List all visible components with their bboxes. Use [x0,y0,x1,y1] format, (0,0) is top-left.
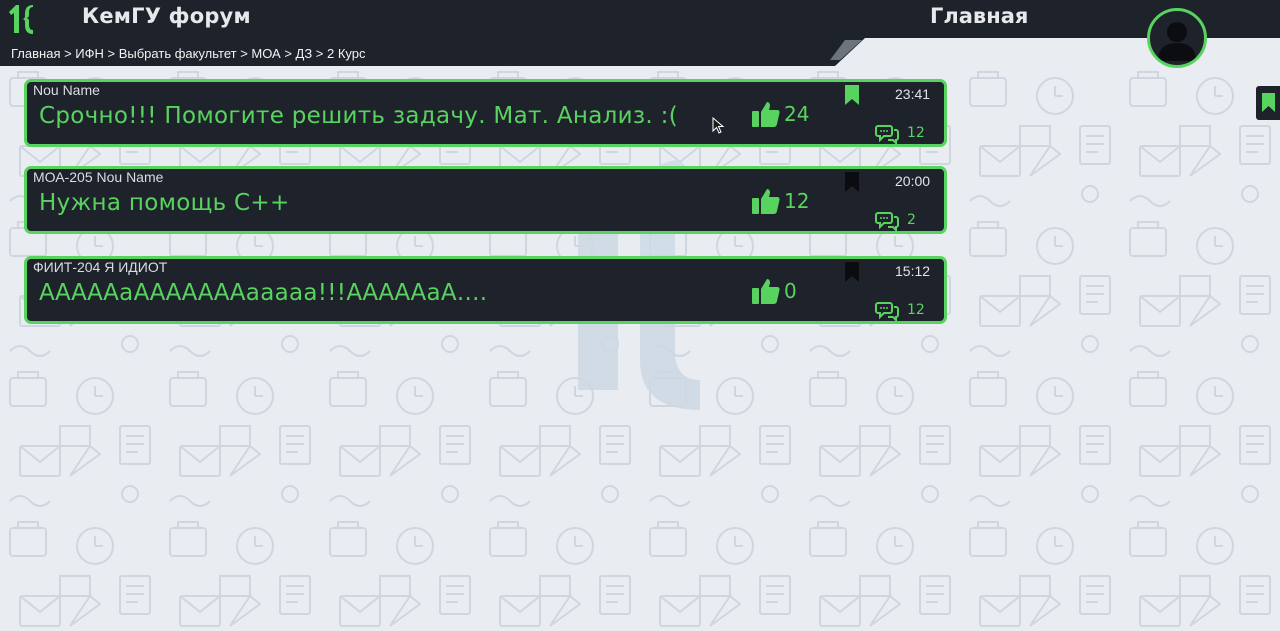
comment-count: 12 [907,302,925,318]
breadcrumb[interactable]: Главная > ИФН > Выбрать факультет > МОА … [11,46,366,61]
post-author[interactable]: ФИИТ-204 Я ИДИОТ [33,259,167,275]
post-time: 15:12 [895,263,931,279]
post-title[interactable]: АААААаАААААААааааа!!!АААААаА.... [39,280,487,306]
post-time: 20:00 [895,173,931,189]
comment-bubbles-icon [875,212,899,231]
post-author[interactable]: МОА-205 Nou Name [33,169,163,185]
comments-button[interactable]: 12 [875,299,925,321]
like-button[interactable]: 12 [752,187,809,215]
like-count: 0 [784,279,797,303]
comments-button[interactable]: 12 [875,122,925,144]
comments-button[interactable]: 2 [875,209,916,231]
like-count: 12 [784,189,810,213]
bookmark-icon[interactable] [845,262,859,282]
site-title[interactable]: КемГУ форум [82,4,251,28]
like-count: 24 [784,102,810,126]
logo-1k-icon[interactable] [6,2,36,36]
user-avatar-icon[interactable] [1147,8,1207,68]
like-button[interactable]: 24 [752,100,809,128]
like-button[interactable]: 0 [752,277,797,305]
bookmark-icon[interactable] [845,172,859,192]
comment-count: 12 [907,125,925,141]
mouse-cursor-icon [712,116,726,139]
bookmark-icon[interactable] [845,85,859,105]
post-time: 23:41 [895,86,931,102]
page-heading: Главная [930,4,1029,28]
post-card[interactable]: ФИИТ-204 Я ИДИОТ АААААаАААААААааааа!!!АА… [24,256,947,324]
post-title[interactable]: Срочно!!! Помогите решить задачу. Мат. А… [39,103,678,129]
thumbs-up-icon [752,102,780,127]
post-card[interactable]: МОА-205 Nou Name Нужна помощь C++ 12 20:… [24,166,947,234]
thumbs-up-icon [752,189,780,214]
saved-bookmarks-icon[interactable] [1256,86,1280,120]
comment-bubbles-icon [875,125,899,144]
comment-count: 2 [907,212,916,228]
post-card[interactable]: Nou Name Срочно!!! Помогите решить задач… [24,79,947,147]
post-author[interactable]: Nou Name [33,82,100,98]
top-bar: КемГУ форум Главная [0,0,1280,38]
comment-bubbles-icon [875,302,899,321]
post-title[interactable]: Нужна помощь C++ [39,190,290,216]
thumbs-up-icon [752,279,780,304]
